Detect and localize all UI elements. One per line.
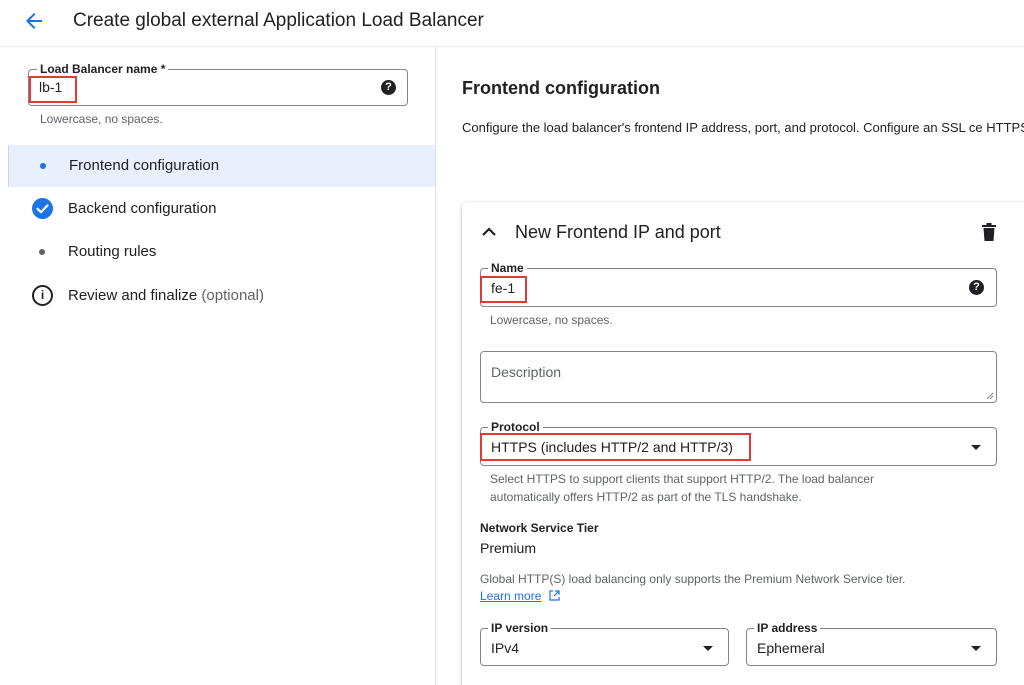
lb-name-field[interactable]: Load Balancer name * lb-1 ? [28,62,408,106]
step-label: Frontend configuration [69,157,220,174]
help-icon[interactable]: ? [969,280,984,295]
step-label-text: Review and finalize [68,287,198,304]
chevron-up-icon[interactable] [479,222,499,242]
tier-note: Global HTTP(S) load balancing only suppo… [480,572,906,586]
protocol-select[interactable]: Protocol HTTPS (includes HTTP/2 and HTTP… [480,420,997,466]
dropdown-arrow-icon [971,646,981,651]
description-textarea[interactable]: Description [480,351,997,403]
protocol-value: HTTPS (includes HTTP/2 and HTTP/3) [491,439,733,455]
ip-address-label: IP address [754,621,821,635]
lb-name-hint: Lowercase, no spaces. [40,112,163,126]
section-title: Frontend configuration [462,78,660,98]
lb-name-label: Load Balancer name * [37,62,169,76]
left-panel [0,47,435,685]
dot-icon [39,249,45,255]
external-link-icon[interactable] [549,590,560,601]
dropdown-arrow-icon [703,646,713,651]
name-label: Name [488,261,527,275]
name-hint: Lowercase, no spaces. [490,313,613,327]
check-circle-icon [32,198,53,219]
name-field[interactable]: Name fe-1 ? [480,261,997,307]
step-backend-configuration[interactable]: Backend configuration [8,188,435,230]
step-frontend-configuration[interactable]: Frontend configuration [8,145,435,187]
dropdown-arrow-icon [971,445,981,450]
step-routing-rules[interactable]: Routing rules [8,231,435,273]
step-label: Routing rules [68,243,157,260]
lb-name-value: lb-1 [39,79,63,95]
resize-grip-icon[interactable] [986,392,994,400]
protocol-hint: Select HTTPS to support clients that sup… [490,472,874,504]
back-arrow-icon[interactable] [22,9,46,33]
ip-version-label: IP version [488,621,552,635]
step-label: Review and finalize (optional) [68,287,264,304]
section-description: Configure the load balancer's frontend I… [462,120,1024,135]
ip-version-select[interactable]: IP version IPv4 [480,621,729,666]
description-placeholder: Description [491,364,562,380]
page-header: Create global external Application Load … [0,0,1024,46]
protocol-label: Protocol [488,420,543,434]
ip-version-value: IPv4 [491,640,520,656]
trash-icon[interactable] [981,223,997,241]
ip-address-value: Ephemeral [757,640,825,656]
info-icon: i [32,285,53,306]
card-title: New Frontend IP and port [515,222,721,242]
step-review-and-finalize[interactable]: i Review and finalize (optional) [8,275,435,317]
dot-icon [40,163,46,169]
learn-more-link[interactable]: Learn more [480,589,541,603]
name-value: fe-1 [491,280,516,296]
help-icon[interactable]: ? [381,80,396,95]
page-title: Create global external Application Load … [73,10,484,31]
step-label: Backend configuration [68,200,217,217]
panel-divider [435,47,436,685]
tier-label: Network Service Tier [480,521,599,535]
ip-address-select[interactable]: IP address Ephemeral [746,621,997,666]
tier-value: Premium [480,540,537,556]
optional-suffix: (optional) [201,287,264,304]
